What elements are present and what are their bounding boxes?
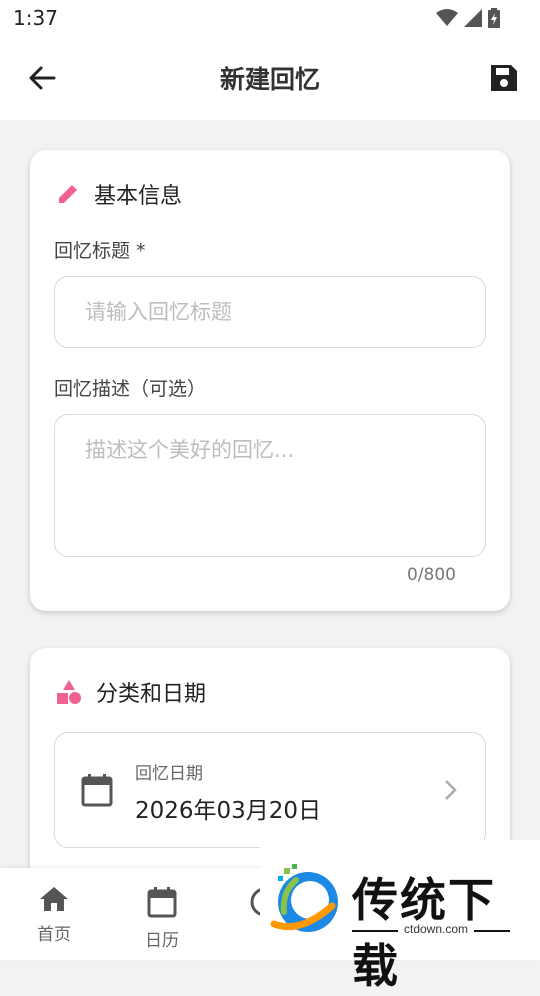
pencil-icon (59, 185, 77, 203)
nav-label-home: 首页 (37, 925, 71, 945)
nav-item-home[interactable]: 首页 (14, 886, 94, 945)
nav-item-calendar[interactable]: 日历 (122, 886, 202, 951)
description-input[interactable]: 描述这个美好的回忆... (54, 414, 486, 557)
home-icon (40, 887, 68, 911)
cellular-signal-icon (464, 9, 482, 27)
basic-info-card: 基本信息 回忆标题 * 请输入回忆标题 回忆描述（可选） 描述这个美好的回忆..… (30, 150, 510, 611)
status-icons (436, 8, 500, 28)
chevron-right-icon (445, 780, 457, 800)
date-label: 回忆日期 (135, 764, 203, 784)
calendar-icon (147, 887, 177, 918)
calendar-icon (81, 774, 113, 807)
watermark-url: ctdown.com (398, 922, 475, 936)
battery-icon (488, 8, 500, 28)
date-picker[interactable]: 回忆日期 2026年03月20日 (54, 732, 486, 848)
date-value: 2026年03月20日 (135, 798, 322, 824)
description-label: 回忆描述（可选） (54, 378, 207, 400)
save-icon[interactable] (488, 62, 520, 94)
title-input[interactable]: 请输入回忆标题 (54, 276, 486, 348)
category-date-title: 分类和日期 (96, 682, 207, 707)
watermark: 传统下载 ctdown.com (260, 840, 540, 993)
status-bar: 1:37 (0, 0, 540, 36)
basic-info-title: 基本信息 (94, 184, 183, 209)
wifi-icon (436, 9, 458, 26)
category-shapes-icon (57, 680, 81, 704)
app-bar: 新建回忆 (0, 36, 540, 120)
ctdown-logo-icon (270, 864, 338, 932)
page-title: 新建回忆 (219, 65, 320, 94)
nav-label-calendar: 日历 (145, 931, 179, 951)
category-date-header: 分类和日期 (56, 676, 206, 708)
title-label: 回忆标题 * (54, 240, 146, 262)
basic-info-header: 基本信息 (56, 178, 182, 210)
char-counter: 0/800 (407, 565, 456, 585)
status-time: 1:37 (13, 6, 58, 30)
